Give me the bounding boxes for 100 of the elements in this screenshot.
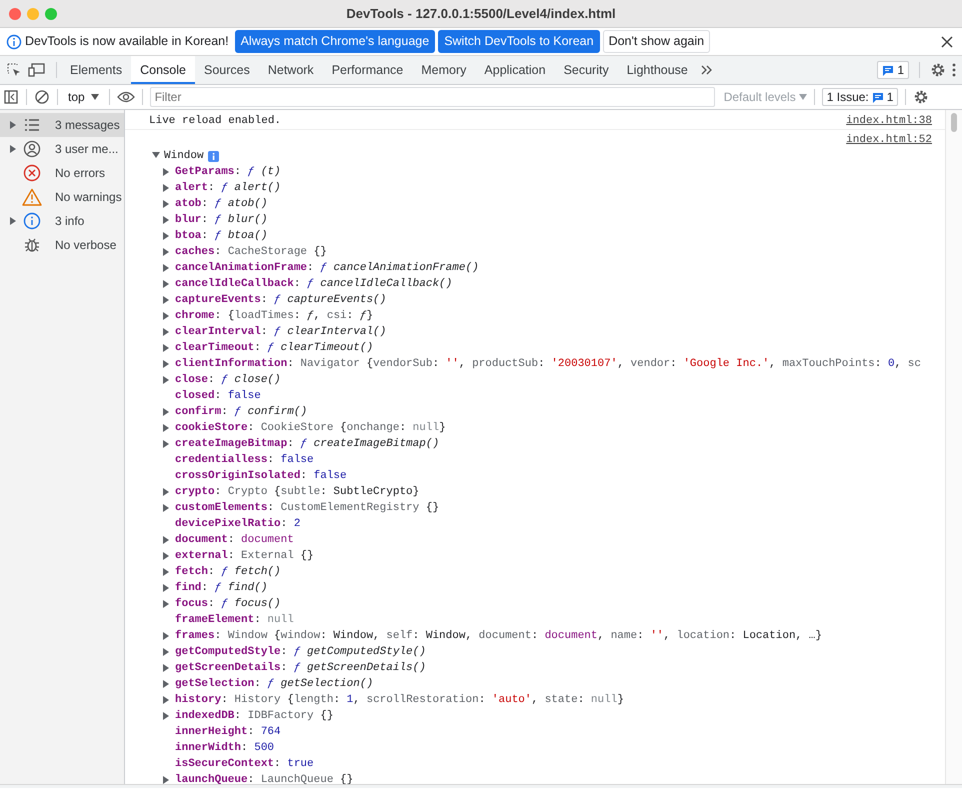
expand-arrow-icon[interactable] [163, 360, 169, 368]
panel-tab[interactable]: Console [131, 56, 195, 84]
property-line: history: History {length: 1, scrollRestoration: 'auto', state: null} [175, 693, 624, 708]
scrollbar[interactable] [945, 110, 962, 784]
expand-arrow-icon[interactable] [163, 328, 169, 336]
source-link[interactable]: index.html:52 [846, 132, 932, 148]
close-icon[interactable] [941, 36, 953, 48]
infobar-button[interactable]: Don't show again [602, 30, 710, 53]
messages-badge[interactable]: 1 [877, 61, 909, 79]
expand-arrow-icon [10, 121, 16, 129]
property-line: clientInformation: Navigator {vendorSub: '', productSub: '20030107', vendor: 'Google Inc.', maxTouchPoints: 0, sc [175, 356, 921, 372]
sidebar-toggle-icon[interactable] [3, 89, 19, 105]
expand-arrow-icon[interactable] [163, 536, 169, 544]
expand-arrow-icon[interactable] [163, 312, 169, 320]
collapse-arrow-icon[interactable] [152, 152, 160, 160]
expand-arrow-icon[interactable] [163, 664, 169, 672]
expand-arrow-icon[interactable] [163, 184, 169, 192]
panel-tab[interactable]: Network [258, 56, 323, 84]
sidebar-item[interactable]: 3 user me... [0, 137, 124, 161]
property-line: fetch: ƒ fetch() [175, 564, 281, 580]
expand-arrow-icon[interactable] [163, 424, 169, 432]
expand-arrow-icon[interactable] [163, 248, 169, 256]
expand-arrow-icon [10, 217, 16, 225]
expand-arrow-icon[interactable] [163, 264, 169, 272]
sidebar-item[interactable]: 3 messages [0, 113, 124, 137]
panel-tab[interactable]: Application [475, 56, 555, 84]
property-line: btoa: ƒ btoa() [175, 229, 268, 244]
expand-arrow-icon[interactable] [163, 376, 169, 384]
property-line: cancelAnimationFrame: ƒ cancelAnimationFrame() [175, 261, 479, 276]
issues-button[interactable]: 1 Issue: 1 [822, 88, 898, 106]
panel-tab[interactable]: Security [554, 56, 618, 84]
caret-icon [90, 94, 99, 100]
expand-arrow-icon[interactable] [163, 600, 169, 608]
expand-arrow-icon[interactable] [163, 568, 169, 576]
expand-arrow-icon[interactable] [163, 504, 169, 512]
sidebar-item[interactable]: No warnings [0, 185, 124, 209]
panel-tab[interactable]: Lighthouse [618, 56, 697, 84]
expand-arrow-icon[interactable] [163, 776, 169, 784]
inspect-icon[interactable] [6, 62, 22, 78]
panel-tab[interactable]: Performance [322, 56, 412, 84]
sidebar-item[interactable]: No errors [0, 161, 124, 185]
log-message: Live reload enabled. [149, 114, 282, 129]
clear-console-icon[interactable] [34, 89, 50, 105]
expand-arrow-icon[interactable] [163, 552, 169, 560]
expand-arrow-icon[interactable] [163, 584, 169, 592]
error-icon [23, 164, 41, 182]
property-line: frames: Window {window: Window, self: Window, document: document, name: '', location: Location, …} [175, 628, 822, 644]
property-line: innerWidth: 500 [175, 741, 274, 756]
more-options-icon[interactable] [952, 63, 956, 77]
object-label[interactable]: Window [164, 148, 204, 164]
panel-tab[interactable]: Memory [412, 56, 476, 84]
expand-arrow-icon[interactable] [163, 168, 169, 176]
expand-arrow-icon[interactable] [163, 344, 169, 352]
property-line: confirm: ƒ confirm() [175, 404, 308, 420]
expand-arrow-icon[interactable] [163, 648, 169, 656]
property-line: external: External {} [175, 549, 314, 564]
property-line: getScreenDetails: ƒ getScreenDetails() [175, 661, 426, 676]
expand-arrow-icon[interactable] [163, 232, 169, 240]
property-line: getComputedStyle: ƒ getComputedStyle() [175, 645, 426, 660]
filter-field[interactable]: Filter [150, 87, 715, 107]
expand-arrow-icon[interactable] [163, 296, 169, 304]
property-line: isSecureContext: true [175, 757, 314, 772]
expand-arrow-icon[interactable] [163, 632, 169, 640]
eye-icon[interactable] [116, 91, 135, 103]
expand-arrow-icon[interactable] [163, 712, 169, 720]
expand-arrow-icon[interactable] [163, 200, 169, 208]
sidebar-item[interactable]: 3 info [0, 209, 124, 233]
expand-arrow-icon [10, 145, 16, 153]
expand-arrow-icon[interactable] [163, 280, 169, 288]
settings-icon[interactable] [930, 62, 946, 78]
property-line: createImageBitmap: ƒ createImageBitmap() [175, 437, 440, 452]
expand-arrow-icon[interactable] [163, 440, 169, 448]
property-line: frameElement: null [175, 612, 294, 628]
panel-tab[interactable]: Sources [194, 56, 259, 84]
device-toolbar-icon[interactable] [28, 62, 46, 78]
panel-tab[interactable]: Elements [61, 56, 132, 84]
settings-icon[interactable] [913, 89, 930, 105]
property-line: cookieStore: CookieStore {onchange: null} [175, 421, 446, 436]
property-line: captureEvents: ƒ captureEvents() [175, 293, 386, 308]
property-line: close: ƒ close() [175, 373, 281, 388]
infobar-button[interactable]: Always match Chrome's language [234, 30, 436, 53]
property-line: getSelection: ƒ getSelection() [175, 677, 374, 692]
property-line: cancelIdleCallback: ƒ cancelIdleCallback() [175, 277, 452, 292]
infobar-button[interactable]: Switch DevTools to Korean [438, 30, 600, 53]
property-line: blur: ƒ blur() [175, 213, 268, 228]
expand-arrow-icon[interactable] [163, 696, 169, 704]
expand-arrow-icon[interactable] [163, 408, 169, 416]
more-tabs-icon[interactable] [700, 64, 714, 76]
source-link[interactable]: index.html:38 [846, 113, 932, 129]
bug-icon [24, 237, 40, 253]
property-line: innerHeight: 764 [175, 725, 281, 740]
info-icon [23, 212, 41, 230]
context-selector[interactable]: top [65, 88, 102, 106]
message-icon [882, 64, 894, 76]
property-line: customElements: CustomElementRegistry {} [175, 501, 440, 516]
expand-arrow-icon[interactable] [163, 488, 169, 496]
user-icon [23, 140, 41, 158]
sidebar-item[interactable]: No verbose [0, 233, 124, 257]
expand-arrow-icon[interactable] [163, 216, 169, 224]
expand-arrow-icon[interactable] [163, 680, 169, 688]
